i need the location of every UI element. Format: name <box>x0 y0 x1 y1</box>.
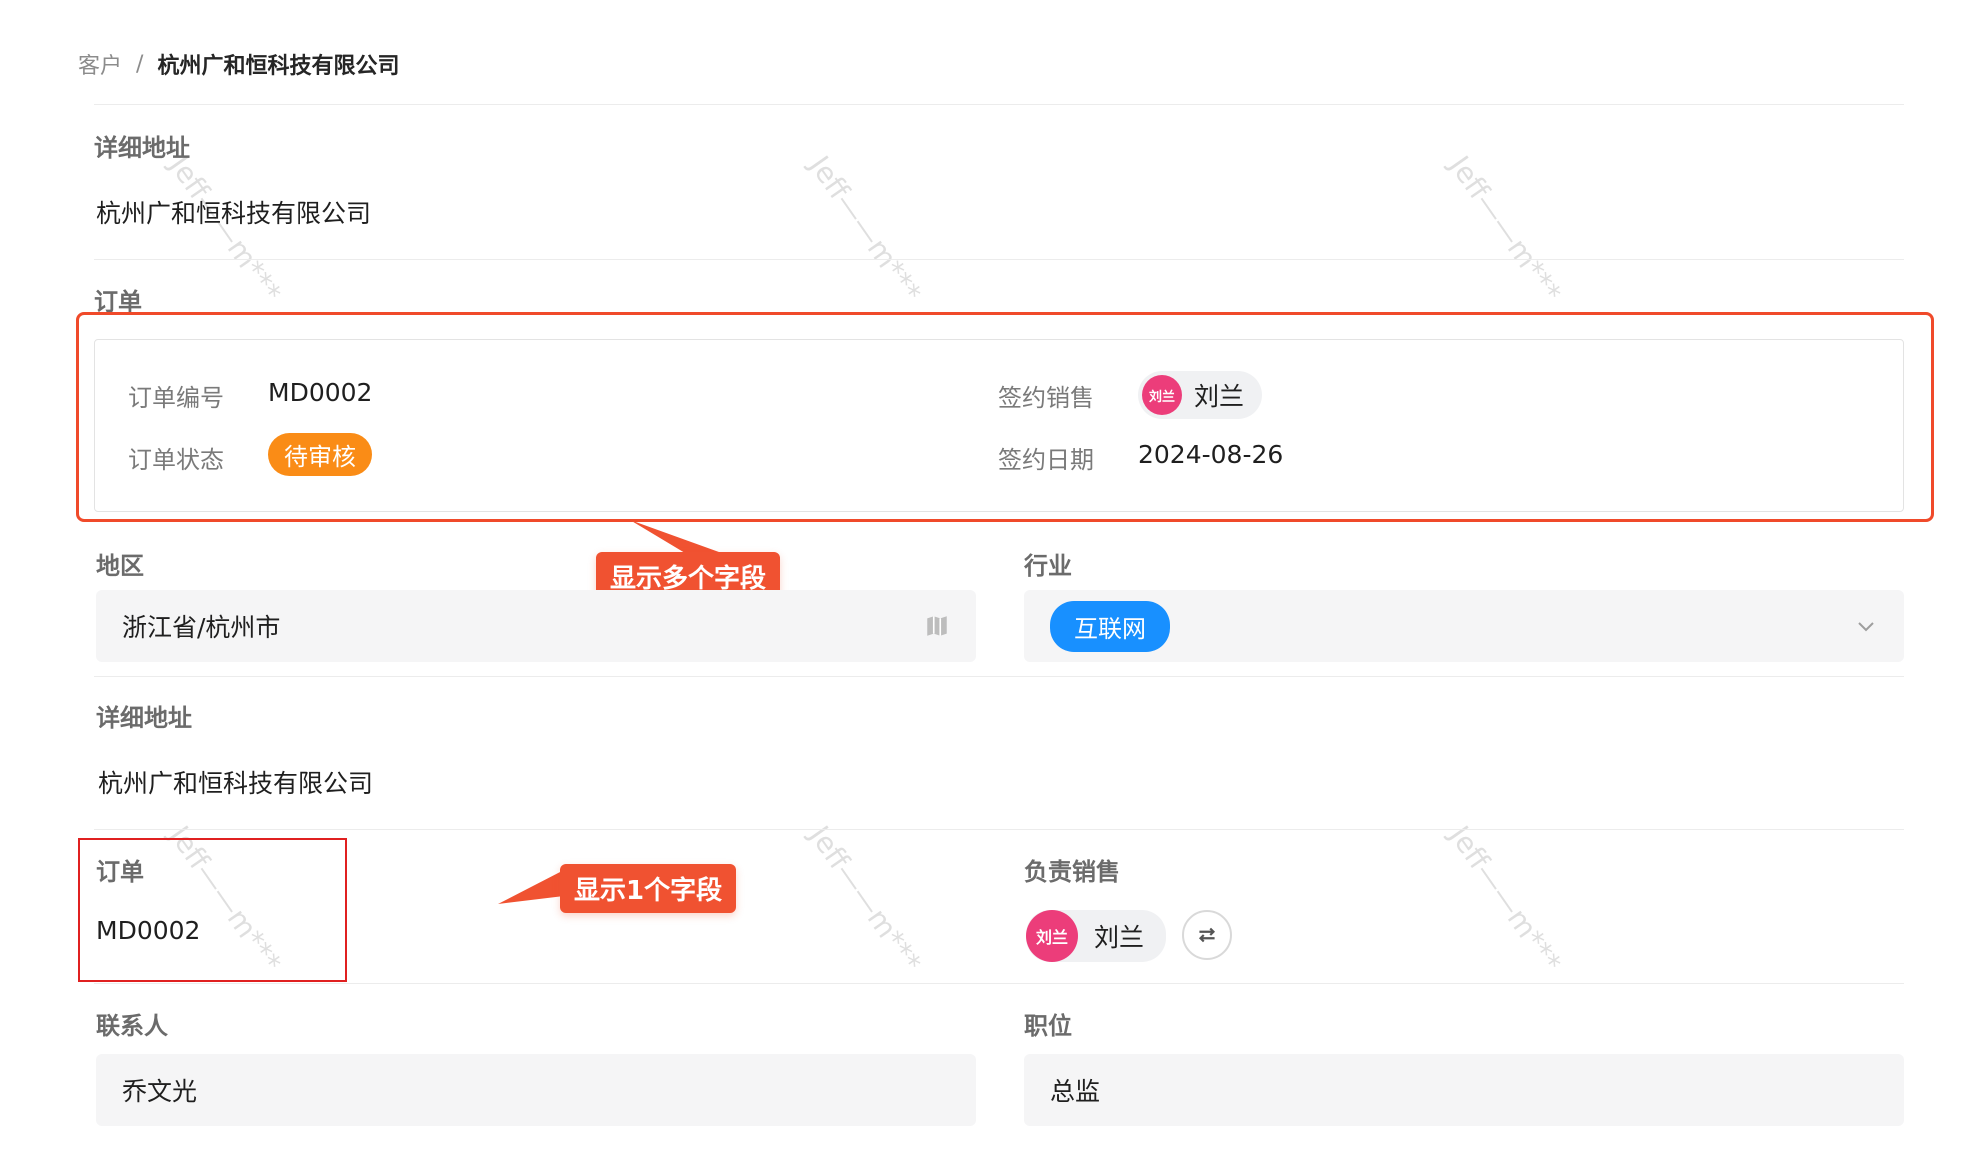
callout-single: 显示1个字段 <box>560 864 737 913</box>
position-field[interactable]: 总监 <box>1024 1054 1904 1126</box>
owner-name: 刘兰 <box>1094 923 1145 952</box>
industry-label: 行业 <box>1024 552 1072 580</box>
address-value-2: 杭州广和恒科技有限公司 <box>98 769 374 798</box>
contact-field[interactable]: 乔文光 <box>96 1054 976 1126</box>
watermark: Jeff——m*** <box>1442 820 1568 979</box>
divider <box>94 259 1904 260</box>
owner-user-chip[interactable]: 刘兰 刘兰 <box>1026 910 1167 962</box>
map-icon[interactable] <box>924 613 950 639</box>
breadcrumb-current: 杭州广和恒科技有限公司 <box>157 54 400 79</box>
order-card[interactable] <box>94 339 1904 512</box>
avatar: 刘兰 <box>1026 910 1078 962</box>
order-single-value: MD0002 <box>96 916 201 945</box>
divider <box>94 676 1904 677</box>
callout-pointer-multi <box>630 520 730 556</box>
industry-select[interactable]: 互联网 <box>1024 590 1904 662</box>
divider <box>94 104 1904 105</box>
order-single-label: 订单 <box>96 858 144 886</box>
watermark: Jeff——m*** <box>1442 150 1568 309</box>
sign-date-value: 2024-08-26 <box>1138 440 1284 469</box>
contact-label: 联系人 <box>96 1012 168 1040</box>
position-value: 总监 <box>1050 1077 1101 1106</box>
breadcrumb-separator: / <box>136 51 144 77</box>
contact-value: 乔文光 <box>122 1077 198 1106</box>
order-no-value: MD0002 <box>268 378 373 407</box>
position-label: 职位 <box>1024 1012 1072 1040</box>
owner-label: 负责销售 <box>1024 858 1120 886</box>
watermark: Jeff——m*** <box>802 150 928 309</box>
breadcrumb-parent[interactable]: 客户 <box>78 48 122 80</box>
sign-date-label: 签约日期 <box>998 446 1094 474</box>
order-status-tag: 待审核 <box>268 433 372 476</box>
avatar: 刘兰 <box>1142 375 1182 415</box>
industry-tag: 互联网 <box>1050 600 1170 652</box>
order-status-label: 订单状态 <box>128 446 224 474</box>
chevron-down-icon[interactable] <box>1854 614 1878 638</box>
sales-user-chip[interactable]: 刘兰 刘兰 <box>1138 371 1263 419</box>
swap-icon <box>1198 927 1216 943</box>
divider <box>94 829 1904 830</box>
sales-name: 刘兰 <box>1194 382 1245 411</box>
sales-label: 签约销售 <box>998 384 1094 412</box>
swap-button[interactable] <box>1182 910 1232 960</box>
breadcrumb: 客户 / 杭州广和恒科技有限公司 <box>78 48 399 80</box>
region-label: 地区 <box>96 552 144 580</box>
region-value: 浙江省/杭州市 <box>122 613 281 642</box>
order-no-label: 订单编号 <box>128 384 224 412</box>
address-label-2: 详细地址 <box>96 704 192 732</box>
address-label: 详细地址 <box>94 134 190 162</box>
region-field[interactable]: 浙江省/杭州市 <box>96 590 976 662</box>
callout-pointer-single <box>498 870 564 904</box>
address-value: 杭州广和恒科技有限公司 <box>96 199 372 228</box>
watermark: Jeff——m*** <box>802 820 928 979</box>
divider <box>94 983 1904 984</box>
